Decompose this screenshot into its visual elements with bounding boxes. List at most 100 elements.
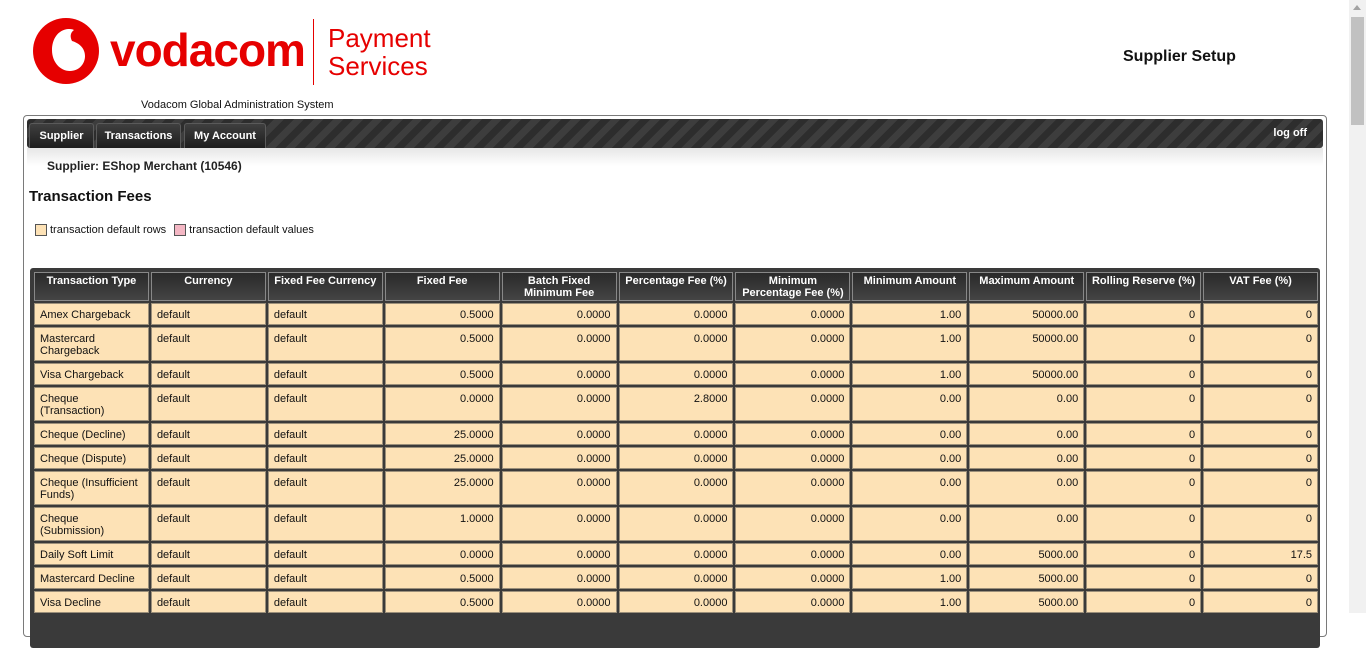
table-cell: 0.0000	[735, 591, 851, 613]
table-cell: 50000.00	[969, 363, 1085, 385]
col-header-percentage-fee: Percentage Fee (%)	[618, 272, 734, 301]
table-cell: 0.00	[852, 543, 968, 565]
table-cell: 1.00	[852, 363, 968, 385]
table-cell: 0.0000	[501, 447, 617, 469]
col-header-batch-fixed-minimum-fee: Batch Fixed Minimum Fee	[501, 272, 617, 301]
table-cell: default	[150, 303, 266, 325]
table-cell: default	[267, 471, 383, 505]
col-header-maximum-amount: Maximum Amount	[969, 272, 1085, 301]
table-cell: default	[150, 567, 266, 589]
table-cell: Cheque (Transaction)	[34, 387, 149, 421]
table-cell: Mastercard Decline	[34, 567, 149, 589]
table-cell: 1.00	[852, 567, 968, 589]
table-cell: 0.0000	[384, 543, 500, 565]
table-cell: 0.00	[852, 447, 968, 469]
table-cell: default	[267, 363, 383, 385]
section-title: Transaction Fees	[29, 188, 152, 205]
table-cell: 0.0000	[501, 387, 617, 421]
table-cell: 0	[1086, 567, 1202, 589]
scroll-up-arrow-icon[interactable]	[1353, 5, 1361, 10]
table-cell: 0.5000	[384, 591, 500, 613]
table-cell: 0.00	[852, 471, 968, 505]
logoff-link[interactable]: log off	[1273, 127, 1307, 139]
table-cell: 0.0000	[735, 387, 851, 421]
table-cell: 0.0000	[735, 363, 851, 385]
table-cell: 5000.00	[969, 567, 1085, 589]
nav-tab-my-account[interactable]: My Account	[184, 123, 266, 148]
table-cell: 5000.00	[969, 543, 1085, 565]
brand-subtitle: Payment Services	[328, 24, 431, 80]
table-row: Cheque (Decline) default default 25.0000 0.0…	[34, 423, 1318, 445]
table-row: Mastercard Decline default default 0.5000 0.…	[34, 567, 1318, 589]
main-nav: Supplier Transactions My Account log off	[27, 119, 1323, 148]
table-cell: 1.0000	[384, 507, 500, 541]
table-cell: 0	[1086, 387, 1202, 421]
table-row: Amex Chargeback default default 0.5000 0.000…	[34, 303, 1318, 325]
table-cell: 1.00	[852, 591, 968, 613]
legend-swatch-rows	[35, 224, 47, 236]
table-cell: 0	[1203, 507, 1318, 541]
table-row: Visa Decline default default 0.5000 0.0000 0.…	[34, 591, 1318, 613]
table-cell: default	[267, 507, 383, 541]
table-cell: default	[267, 447, 383, 469]
table-cell: default	[150, 471, 266, 505]
table-cell: default	[267, 567, 383, 589]
table-cell: 0.5000	[384, 303, 500, 325]
table-cell: 0.0000	[618, 303, 734, 325]
table-cell: default	[267, 543, 383, 565]
table-cell: 2.8000	[618, 387, 734, 421]
fees-table: Transaction Type Currency Fixed Fee Curr…	[32, 270, 1320, 615]
table-cell: 0	[1086, 423, 1202, 445]
table-cell: 0	[1203, 363, 1318, 385]
table-cell: 0	[1203, 591, 1318, 613]
legend: transaction default rows transaction def…	[35, 224, 322, 236]
table-row: Visa Chargeback default default 0.5000 0.000…	[34, 363, 1318, 385]
table-row: Mastercard Chargeback default default 0.500…	[34, 327, 1318, 361]
table-cell: Daily Soft Limit	[34, 543, 149, 565]
nav-tab-transactions[interactable]: Transactions	[96, 123, 181, 148]
table-cell: 0.0000	[735, 543, 851, 565]
table-cell: Visa Chargeback	[34, 363, 149, 385]
table-cell: 0.0000	[501, 591, 617, 613]
table-cell: 0.5000	[384, 567, 500, 589]
table-cell: 0.00	[969, 423, 1085, 445]
table-cell: default	[150, 507, 266, 541]
table-cell: 0.0000	[735, 507, 851, 541]
legend-label-values: transaction default values	[189, 224, 314, 236]
supplier-label: Supplier: EShop Merchant (10546)	[47, 159, 242, 173]
table-cell: 25.0000	[384, 447, 500, 469]
table-cell: 0.0000	[618, 363, 734, 385]
table-cell: 0	[1203, 327, 1318, 361]
brand-separator	[313, 19, 314, 85]
table-cell: 0.00	[852, 387, 968, 421]
vertical-scrollbar[interactable]	[1349, 0, 1366, 613]
scrollbar-thumb[interactable]	[1351, 17, 1364, 125]
table-cell: 0	[1086, 327, 1202, 361]
col-header-vat-fee: VAT Fee (%)	[1203, 272, 1318, 301]
table-cell: 0.0000	[501, 363, 617, 385]
table-cell: 0	[1203, 471, 1318, 505]
table-cell: default	[267, 387, 383, 421]
table-cell: Cheque (Decline)	[34, 423, 149, 445]
table-cell: 0.00	[852, 423, 968, 445]
fees-table-container: Transaction Type Currency Fixed Fee Curr…	[30, 268, 1320, 648]
table-cell: default	[150, 543, 266, 565]
table-cell: Amex Chargeback	[34, 303, 149, 325]
table-cell: default	[150, 423, 266, 445]
table-cell: 0.00	[969, 387, 1085, 421]
table-cell: 17.5	[1203, 543, 1318, 565]
col-header-fixed-fee: Fixed Fee	[384, 272, 500, 301]
vodacom-logo-icon	[33, 18, 99, 84]
table-cell: 0	[1086, 543, 1202, 565]
table-cell: 0.0000	[618, 567, 734, 589]
brand-subtitle-line1: Payment	[328, 23, 431, 53]
table-cell: 0.0000	[618, 543, 734, 565]
nav-tab-supplier[interactable]: Supplier	[29, 123, 94, 148]
table-cell: 1.00	[852, 303, 968, 325]
col-header-currency: Currency	[150, 272, 266, 301]
table-cell: default	[267, 303, 383, 325]
table-cell: 0	[1203, 387, 1318, 421]
table-row: Cheque (Insufficient Funds) default defaul…	[34, 471, 1318, 505]
table-row: Daily Soft Limit default default 0.0000 0.00…	[34, 543, 1318, 565]
page-heading: Supplier Setup	[1123, 48, 1236, 65]
